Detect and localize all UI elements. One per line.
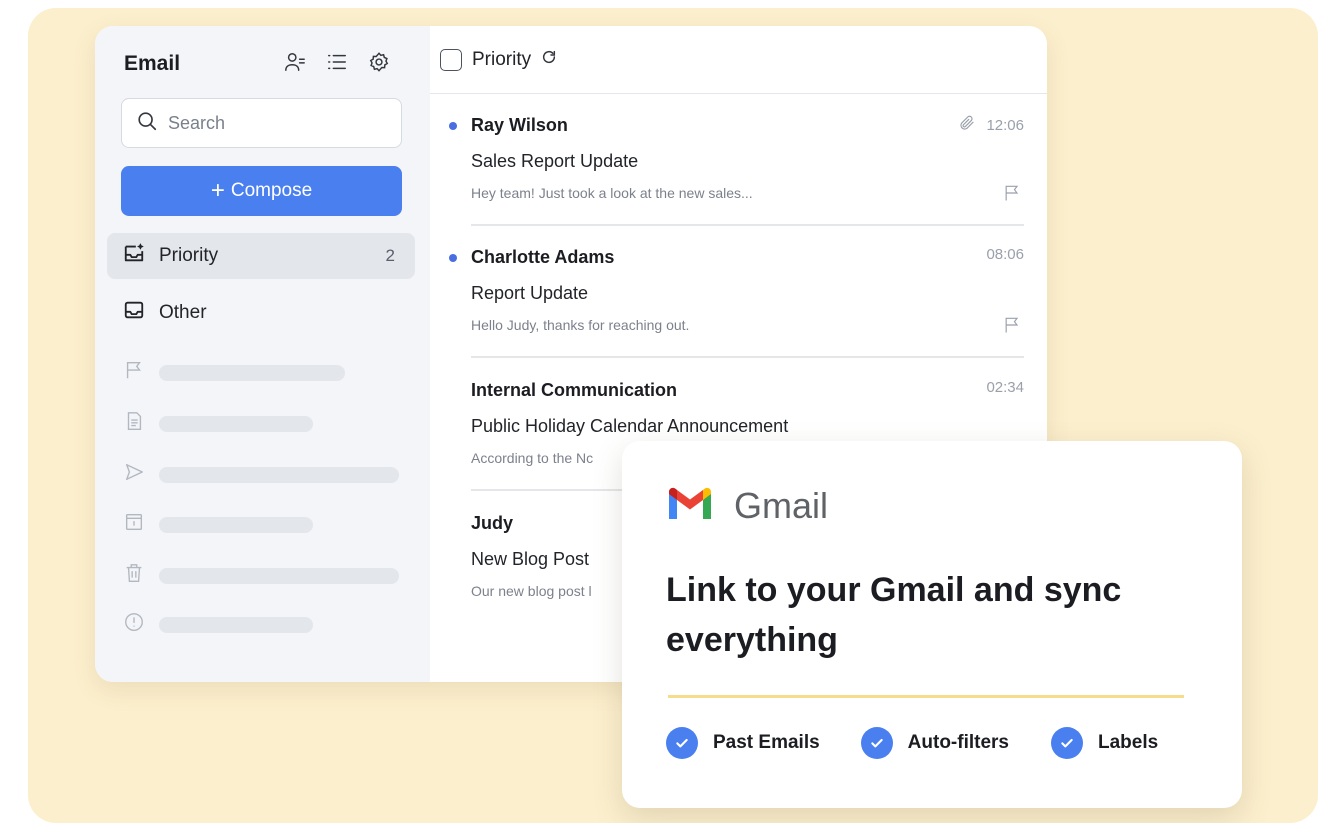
email-time: 08:06 [986, 246, 1024, 263]
gmail-logo-icon [666, 486, 714, 527]
refresh-icon[interactable] [541, 49, 557, 70]
sidebar-toolbar [283, 50, 391, 74]
email-subject: Sales Report Update [471, 151, 639, 171]
flag-icon[interactable] [1002, 315, 1022, 340]
email-row[interactable]: Charlotte Adams Report Update Hello Judy… [449, 244, 1024, 358]
email-preview: Hey team! Just took a look at the new sa… [471, 185, 753, 201]
divider [471, 356, 1024, 358]
email-sender: Charlotte Adams [471, 247, 615, 267]
flag-icon[interactable] [1002, 183, 1022, 208]
sidebar-item-placeholder [123, 611, 313, 638]
feature-label: Labels [1098, 732, 1159, 753]
divider [471, 224, 1024, 226]
skeleton-bar [159, 567, 399, 584]
folder-label: Priority [472, 48, 532, 70]
email-sender: Internal Communication [471, 380, 678, 400]
skeleton-bar [159, 616, 313, 633]
sidebar-item-placeholder [123, 359, 345, 386]
compose-label: Compose [230, 180, 313, 201]
gmail-name: Gmail [734, 485, 829, 526]
search-input[interactable] [168, 112, 388, 134]
search-box[interactable] [121, 98, 402, 148]
email-preview: Hello Judy, thanks for reaching out. [471, 317, 690, 333]
sidebar-item-label: Other [159, 302, 207, 323]
alert-icon [123, 611, 145, 638]
list-header: Priority [430, 26, 1047, 94]
feature-list: Past Emails Auto-filters Labels [666, 727, 1158, 759]
select-all-checkbox[interactable] [440, 48, 462, 71]
document-icon [123, 410, 145, 437]
email-sender: Ray Wilson [471, 115, 568, 135]
sidebar-item-other[interactable]: Other [107, 290, 415, 336]
sidebar-item-placeholder [123, 410, 313, 437]
skeleton-bar [159, 466, 399, 483]
sidebar-item-label: Priority [159, 245, 219, 266]
email-row[interactable]: Ray Wilson Sales Report Update Hey team!… [449, 112, 1024, 226]
email-meta: 08:06 [986, 246, 1024, 263]
check-icon [666, 727, 698, 759]
feature-item: Past Emails [666, 727, 820, 759]
contacts-icon[interactable] [283, 50, 307, 74]
skeleton-bar [159, 516, 313, 533]
sidebar-item-priority[interactable]: Priority 2 [107, 233, 415, 279]
check-icon [860, 727, 893, 759]
email-meta: 12:06 [958, 114, 1024, 136]
feature-label: Past Emails [713, 732, 820, 753]
email-time: 12:06 [986, 116, 1024, 134]
email-subject: Public Holiday Calendar Announcement [471, 416, 789, 436]
email-time: 02:34 [986, 379, 1024, 396]
trash-icon [123, 562, 145, 589]
check-icon [1051, 727, 1083, 759]
email-subject: Report Update [471, 283, 589, 303]
email-meta: 02:34 [986, 379, 1024, 396]
sidebar-item-placeholder [123, 562, 399, 589]
unread-count: 2 [385, 246, 395, 265]
flag-icon [123, 359, 145, 386]
unread-dot [449, 254, 457, 262]
attachment-icon [958, 114, 976, 136]
sidebar-item-placeholder [123, 511, 313, 538]
feature-item: Auto-filters [860, 727, 1009, 759]
feature-label: Auto-filters [907, 732, 1009, 753]
inbox-tray-icon [123, 299, 145, 327]
card-headline: Link to your Gmail and sync everything [666, 571, 1122, 659]
gear-icon[interactable] [367, 50, 391, 74]
feature-item: Labels [1051, 727, 1158, 759]
skeleton-bar [159, 364, 345, 381]
unread-dot [449, 122, 457, 130]
search-icon [136, 110, 158, 137]
priority-inbox-icon [123, 242, 145, 270]
compose-button[interactable]: + Compose [121, 166, 402, 216]
plus-icon: + [210, 177, 225, 204]
app-title: Email [124, 52, 181, 75]
sidebar: Email + Compose Priori [95, 26, 430, 682]
sidebar-item-placeholder [123, 461, 399, 488]
skeleton-bar [159, 415, 313, 432]
gmail-brand: Gmail [666, 485, 828, 527]
send-icon [123, 461, 145, 488]
list-view-icon[interactable] [325, 50, 349, 74]
gmail-sync-card: Gmail Link to your Gmail and sync everyt… [622, 441, 1242, 808]
archive-icon [123, 511, 145, 538]
divider [668, 695, 1184, 698]
